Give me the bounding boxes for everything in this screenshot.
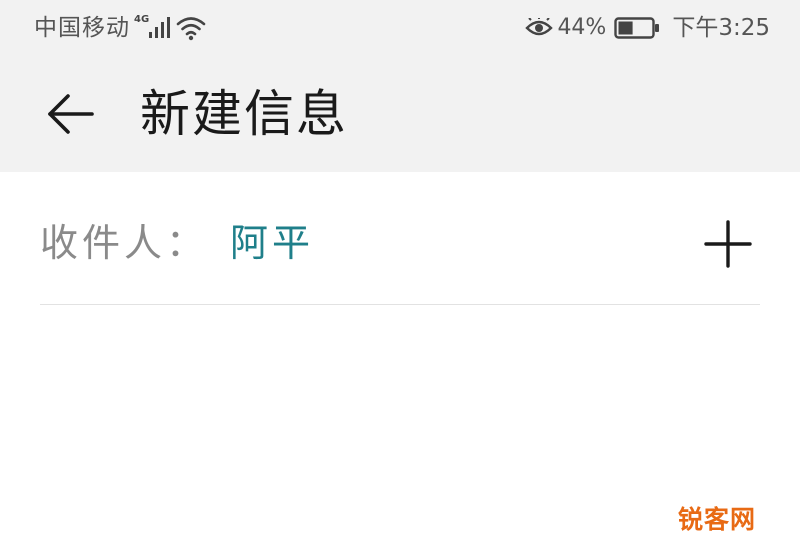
add-recipient-button[interactable] bbox=[702, 218, 754, 270]
page-title: 新建信息 bbox=[140, 85, 348, 143]
status-left: 中国移动 4G bbox=[34, 13, 206, 43]
plus-icon bbox=[704, 220, 752, 268]
battery-fill bbox=[618, 21, 633, 35]
recipient-row[interactable]: 收件人： 阿平 bbox=[40, 172, 760, 304]
status-right: 44% 下午3:25 bbox=[525, 13, 770, 43]
recipient-input[interactable]: 阿平 bbox=[230, 218, 314, 268]
recipient-label: 收件人： bbox=[40, 221, 209, 265]
back-arrow-icon bbox=[48, 94, 94, 134]
watermark-logo: 锐客网 bbox=[677, 505, 756, 534]
signal-bars-icon: 4G bbox=[134, 15, 174, 41]
status-bar: 中国移动 4G 44% 下午3:25 bbox=[0, 0, 800, 56]
battery-icon bbox=[614, 17, 660, 39]
back-button[interactable] bbox=[40, 86, 100, 142]
app-bar: 新建信息 bbox=[0, 56, 800, 172]
battery-percent: 44% bbox=[557, 15, 607, 40]
network-type: 4G bbox=[134, 14, 150, 25]
eye-comfort-icon bbox=[525, 17, 554, 38]
carrier-name: 中国移动 bbox=[34, 15, 130, 41]
wifi-icon bbox=[176, 15, 206, 41]
status-time: 下午3:25 bbox=[672, 15, 770, 41]
recipient-divider bbox=[40, 304, 760, 305]
